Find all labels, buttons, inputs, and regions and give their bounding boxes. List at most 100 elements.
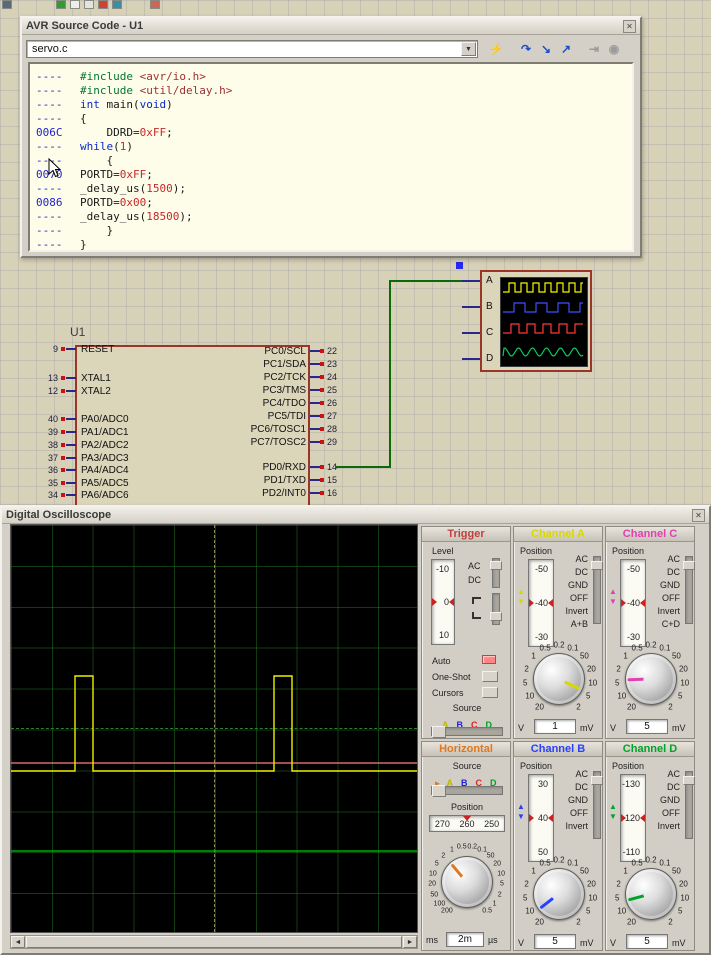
oscilloscope-body: ◄ ► Trigger Level -10010 AC DC Auto One-… xyxy=(2,524,709,953)
knob-scale-label: 0.2 xyxy=(645,641,656,650)
auto-led xyxy=(482,655,496,664)
knob-scale-label: 10 xyxy=(617,692,626,701)
oscilloscope-component[interactable] xyxy=(480,270,592,372)
pin-name: PC0/SCL xyxy=(200,346,306,357)
display-traces xyxy=(11,525,417,932)
pin-terminal xyxy=(61,347,65,351)
source-window-titlebar[interactable]: AVR Source Code - U1 ✕ xyxy=(22,18,640,35)
pin-number: 22 xyxy=(327,346,337,356)
source-toolbar: servo.c ▼ ⚡ ↷↘↗ ⇥◉ xyxy=(22,35,640,59)
trigger-edge-switch[interactable] xyxy=(492,593,500,625)
channel-b-scale-value: 5 xyxy=(534,934,576,949)
knob-scale-label: 0.2 xyxy=(467,844,477,851)
trigger-one-shot-label: One-Shot xyxy=(432,672,471,682)
scroll-thumb[interactable] xyxy=(26,936,402,948)
rising-edge-icon xyxy=(472,597,481,604)
knob-scale-label: 100 xyxy=(434,900,446,907)
mouse-cursor xyxy=(48,158,62,178)
knob-scale-label: 0.5 xyxy=(632,644,643,653)
pin-name: PC2/TCK xyxy=(200,372,306,383)
trigger-coupling-switch[interactable] xyxy=(492,558,500,588)
knob-scale-label: 2 xyxy=(524,879,528,888)
channel-b-panel: Channel BPosition304050▲▼ACDCGNDOFFInver… xyxy=(513,741,603,951)
pin-number: 16 xyxy=(327,488,337,498)
pin-name: XTAL1 xyxy=(81,373,111,384)
display-scrollbar[interactable]: ◄ ► xyxy=(10,935,418,949)
pin-stub xyxy=(310,466,320,468)
pin-number: 29 xyxy=(327,437,337,447)
oscilloscope-close-icon[interactable]: ✕ xyxy=(692,509,705,522)
knob-scale-label: 2 xyxy=(616,879,620,888)
source-file-combo[interactable]: servo.c ▼ xyxy=(26,40,478,58)
horizontal-panel: Horizontal Source ►ABCD Position 2702602… xyxy=(421,741,511,951)
knob-scale-label: 0.5 xyxy=(457,844,467,851)
combo-dropdown-icon[interactable]: ▼ xyxy=(461,42,476,56)
trigger-source-label: Source xyxy=(422,703,512,713)
code-area[interactable]: ----#include <avr/io.h>----#include <uti… xyxy=(28,62,634,252)
knob-scale-label: 0.5 xyxy=(632,859,643,868)
trigger-dc-label: DC xyxy=(468,575,481,585)
debug-toolbar: ⚡ ↷↘↗ ⇥◉ xyxy=(486,40,624,58)
channel-d-panel: Channel DPosition-130-120-110▲▼ACDCGNDOF… xyxy=(605,741,695,951)
knob-scale-label: 5 xyxy=(523,893,527,902)
pin-name: PA2/ADC2 xyxy=(81,440,129,451)
oscilloscope-titlebar[interactable]: Digital Oscilloscope ✕ xyxy=(2,507,709,524)
trigger-level-wheel[interactable]: -10010 xyxy=(431,559,455,645)
knob-scale-label: 10 xyxy=(588,893,597,902)
pin-stub xyxy=(310,479,320,481)
trigger-panel: Trigger Level -10010 AC DC Auto One-Shot… xyxy=(421,526,511,739)
knob-scale-label: 20 xyxy=(493,861,501,868)
channel-b-gain-knob[interactable]: 20105210.50.20.150201052 xyxy=(514,742,602,950)
channel-c-gain-knob[interactable]: 20105210.50.20.150201052 xyxy=(606,527,694,738)
pin-number: 24 xyxy=(327,372,337,382)
code-line: ----int main(void) xyxy=(36,98,632,112)
channel-a-gain-knob[interactable]: 20105210.50.20.150201052 xyxy=(514,527,602,738)
knob-scale-label: 10 xyxy=(680,678,689,687)
pin-name: PD0/RXD xyxy=(200,462,306,473)
scroll-right-icon[interactable]: ► xyxy=(403,936,417,948)
step-over-button[interactable]: ↷ xyxy=(516,40,536,58)
pin-number: 39 xyxy=(38,427,58,437)
knob-scale-label: 0.1 xyxy=(659,859,670,868)
trigger-auto-label: Auto xyxy=(432,656,451,666)
knob-scale-label: 50 xyxy=(672,652,681,661)
trigger-source-slider[interactable] xyxy=(431,727,503,736)
scroll-left-icon[interactable]: ◄ xyxy=(11,936,25,948)
pin-stub xyxy=(310,363,320,365)
pin-name: PC1/SDA xyxy=(200,359,306,370)
knob-scale-label: 50 xyxy=(487,853,495,860)
knob-scale-label: 20 xyxy=(535,917,544,926)
knob-scale-label: 5 xyxy=(586,692,590,701)
trigger-level-label: Level xyxy=(432,546,454,556)
run-simulation-button[interactable]: ⚡ xyxy=(486,40,506,58)
horizontal-timebase-knob[interactable]: 2001005020105210.50.20.15020105210.5 xyxy=(422,742,510,950)
cursors-button[interactable] xyxy=(482,687,498,698)
oscilloscope-display[interactable] xyxy=(10,524,418,933)
pin-number: 40 xyxy=(38,414,58,424)
knob-scale-label: 20 xyxy=(679,879,688,888)
unit-left-label: V xyxy=(518,723,524,733)
run-to-cursor-button[interactable]: ⇥ xyxy=(584,40,604,58)
oscilloscope-window: Digital Oscilloscope ✕ ◄ ► Trigger Level… xyxy=(0,505,711,955)
channel-a-trace xyxy=(11,676,417,771)
pin-name: PA4/ADC4 xyxy=(81,465,129,476)
knob-scale-label: 0.2 xyxy=(553,856,564,865)
knob-scale-label: 5 xyxy=(523,678,527,687)
knob-scale-label: 20 xyxy=(627,917,636,926)
channel-d-gain-knob[interactable]: 20105210.50.20.150201052 xyxy=(606,742,694,950)
source-window-close-icon[interactable]: ✕ xyxy=(623,20,636,33)
knob-scale-label: 10 xyxy=(588,678,597,687)
toggle-breakpoint-button[interactable]: ◉ xyxy=(604,40,624,58)
knob-scale-label: 1 xyxy=(450,847,454,854)
pin-name: PA3/ADC3 xyxy=(81,453,129,464)
code-line: 006C DDRD=0xFF; xyxy=(36,126,632,140)
one-shot-button[interactable] xyxy=(482,671,498,682)
step-out-button[interactable]: ↗ xyxy=(556,40,576,58)
step-into-button[interactable]: ↘ xyxy=(536,40,556,58)
oscilloscope-title: Digital Oscilloscope xyxy=(6,509,692,521)
code-line: ----} xyxy=(36,238,632,252)
scope-pin-stub xyxy=(462,358,480,360)
pin-number: 23 xyxy=(327,359,337,369)
pin-terminal xyxy=(320,491,324,495)
proteus-workspace: U1 9RESET13XTAL112XTAL240PA0/ADC039PA1/A… xyxy=(0,0,711,955)
